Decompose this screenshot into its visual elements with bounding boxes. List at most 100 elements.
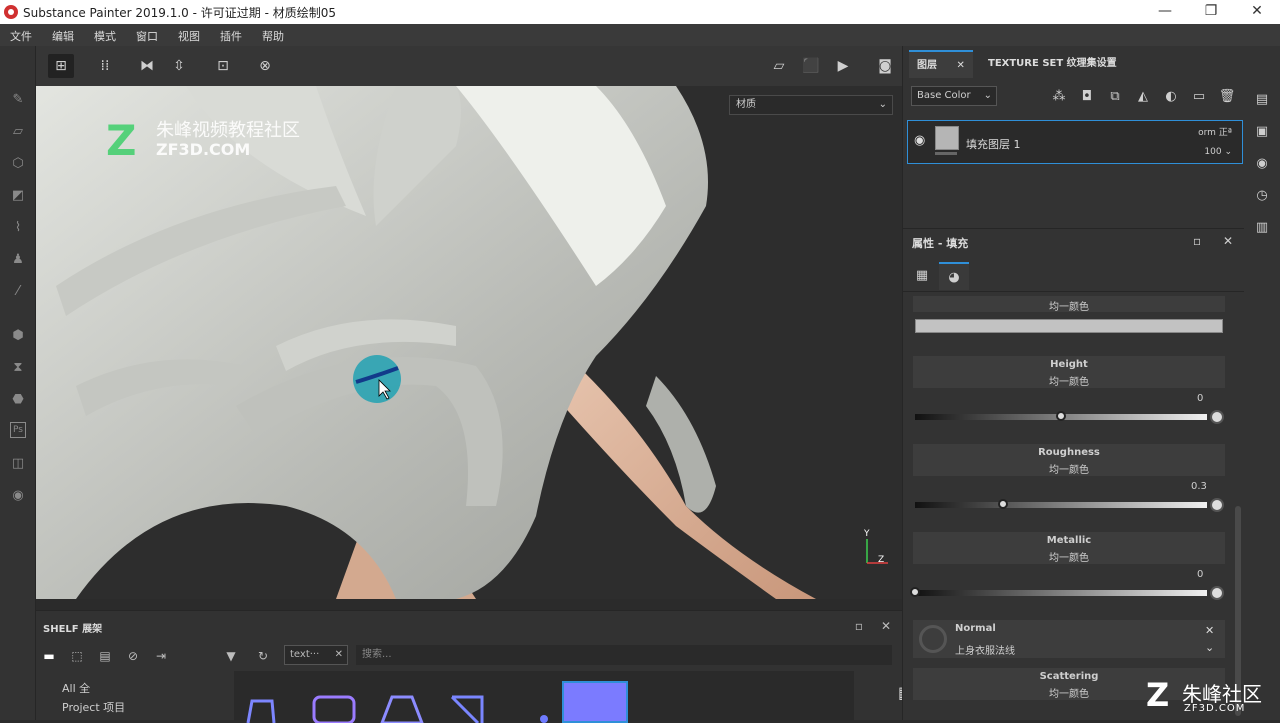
layer-name[interactable]: 填充图层 1 <box>966 136 1021 152</box>
metallic-value[interactable]: 0 <box>1197 569 1203 580</box>
smart-material-icon[interactable]: ⁂ <box>1049 87 1069 107</box>
add-layer-icon[interactable]: ⧉ <box>1105 87 1125 107</box>
text-thumbnail[interactable] <box>374 683 430 723</box>
close-panel-icon[interactable]: ✕ <box>877 617 895 635</box>
visibility-eye-icon[interactable]: ◉ <box>914 133 925 148</box>
close-icon[interactable]: ✕ <box>1205 624 1214 637</box>
roughness-value[interactable]: 0.3 <box>1191 481 1207 492</box>
reset-camera-icon[interactable]: ⊗ <box>252 54 278 78</box>
menu-mode[interactable]: 模式 <box>94 28 116 44</box>
projection-icon[interactable]: ⬡ <box>8 154 28 174</box>
materials-icon[interactable]: ⬢ <box>8 326 28 346</box>
2d-view-icon[interactable]: ▱ <box>766 54 792 78</box>
menu-file[interactable]: 文件 <box>10 28 32 44</box>
tab-layers[interactable]: 图层 ✕ <box>909 50 973 78</box>
layer-blend-mode[interactable]: orm 正ª <box>1198 125 1232 138</box>
display-settings-icon[interactable]: ◉ <box>1253 155 1271 173</box>
clone-stamp-icon[interactable]: ♟ <box>8 250 28 270</box>
viewport-mode-select[interactable]: 材质 ⌄ <box>729 95 893 115</box>
slider-knob[interactable] <box>1056 411 1066 421</box>
color-picker-icon[interactable] <box>1210 410 1224 424</box>
roughness-mode[interactable]: 均一颜色 <box>913 461 1225 476</box>
add-fill-layer-icon[interactable]: ◭ <box>1133 87 1153 107</box>
category-project[interactable]: Project 项目 <box>62 699 125 715</box>
close-panel-icon[interactable]: ✕ <box>1223 234 1233 248</box>
library-icon[interactable]: ▤ <box>96 647 114 665</box>
layers-panel-icon[interactable]: ▤ <box>1253 91 1271 109</box>
shelf-search-input[interactable]: 搜索... <box>356 645 892 665</box>
substance-share-icon[interactable]: ◉ <box>8 486 28 506</box>
close-icon[interactable]: ✕ <box>335 646 343 664</box>
float-panel-icon[interactable]: ▫ <box>850 617 868 635</box>
view-grid-icon[interactable]: ⊞ <box>48 54 74 78</box>
roughness-slider[interactable] <box>915 499 1207 509</box>
color-picker-icon[interactable] <box>1210 586 1224 600</box>
export-icon[interactable]: ◫ <box>8 454 28 474</box>
symmetry-y-icon[interactable]: ⇳ <box>166 54 192 78</box>
close-window-button[interactable]: ✕ <box>1234 0 1280 24</box>
symmetry-x-icon[interactable]: ⧓ <box>134 54 160 78</box>
delete-layer-icon[interactable]: 🗑 <box>1217 87 1237 107</box>
text-thumbnail[interactable] <box>442 683 498 723</box>
import-icon[interactable]: ⇥ <box>152 647 170 665</box>
tab-material[interactable]: ◕ <box>939 262 969 290</box>
frame-icon[interactable]: ⊡ <box>210 54 236 78</box>
layer-row[interactable]: ◉ 填充图层 1 orm 正ª 100 ⌄ <box>907 120 1243 164</box>
hide-icon[interactable]: ⊘ <box>124 647 142 665</box>
baking-icon[interactable]: ⬣ <box>8 390 28 410</box>
color-picker-icon[interactable] <box>1210 498 1224 512</box>
height-slider[interactable] <box>915 411 1207 421</box>
grid-dots-icon[interactable]: ⁞⁞ <box>92 54 118 78</box>
metallic-mode[interactable]: 均一颜色 <box>913 549 1225 564</box>
close-icon[interactable]: ✕ <box>956 60 964 71</box>
3d-view-icon[interactable]: ⬛ <box>798 54 824 78</box>
refresh-icon[interactable]: ↻ <box>254 647 272 665</box>
channel-select[interactable]: Base Color ⌄ <box>911 86 997 106</box>
normal-map-name[interactable]: 上身衣服法线 <box>955 642 1015 657</box>
normal-map-thumbnail[interactable] <box>919 625 947 653</box>
slider-knob[interactable] <box>910 587 920 597</box>
float-panel-icon[interactable]: ▫ <box>1193 234 1201 248</box>
polygon-fill-icon[interactable]: ◩ <box>8 186 28 206</box>
filter-icon[interactable]: ▼ <box>222 647 240 665</box>
smudge-icon[interactable]: ⌇ <box>8 218 28 238</box>
history-icon[interactable]: ◷ <box>1253 187 1271 205</box>
folder-icon[interactable]: ▬ <box>40 647 58 665</box>
eraser-icon[interactable]: ▱ <box>8 122 28 142</box>
menu-edit[interactable]: 编辑 <box>52 28 74 44</box>
add-folder-icon[interactable]: ▭ <box>1189 87 1209 107</box>
add-mask-icon[interactable]: ◘ <box>1077 87 1097 107</box>
screenshot-icon[interactable]: ◙ <box>872 54 898 78</box>
base-color-swatch[interactable] <box>915 319 1223 333</box>
log-icon[interactable]: ▥ <box>1253 219 1271 237</box>
menu-view[interactable]: 视图 <box>178 28 200 44</box>
text-thumbnail[interactable] <box>238 683 294 723</box>
menu-plugins[interactable]: 插件 <box>220 28 242 44</box>
minimize-button[interactable]: — <box>1142 0 1188 24</box>
base-color-mode[interactable]: 均一颜色 <box>913 298 1225 313</box>
hourglass-icon[interactable]: ⧗ <box>8 358 28 378</box>
category-all[interactable]: All 全 <box>62 680 90 696</box>
paint-brush-icon[interactable]: ✎ <box>8 90 28 110</box>
chevron-down-icon[interactable]: ⌄ <box>1205 641 1214 654</box>
photoshop-export-icon[interactable]: Ps <box>10 422 26 438</box>
menu-help[interactable]: 帮助 <box>262 28 284 44</box>
menu-window[interactable]: 窗口 <box>136 28 158 44</box>
selected-thumbnail[interactable] <box>562 681 628 723</box>
camera-icon[interactable]: ▶ <box>830 54 856 78</box>
add-effect-icon[interactable]: ◐ <box>1161 87 1181 107</box>
layer-opacity[interactable]: 100 ⌄ <box>1204 147 1232 157</box>
maximize-button[interactable]: ❐ <box>1188 0 1234 24</box>
filter-tag[interactable]: text··· ✕ <box>284 645 348 665</box>
slider-knob[interactable] <box>997 499 1008 509</box>
height-mode[interactable]: 均一颜色 <box>913 373 1225 388</box>
metallic-slider[interactable] <box>910 587 1207 597</box>
3d-viewport[interactable]: Z 朱峰视频教程社区 ZF3D.COM 材质 ⌄ Y Z <box>36 86 902 599</box>
text-thumbnail[interactable] <box>306 683 362 723</box>
tab-fill-settings[interactable]: ▦ <box>907 262 937 290</box>
texture-set-icon[interactable]: ▣ <box>1253 123 1271 141</box>
tab-texture-set[interactable]: TEXTURE SET 纹理集设置 <box>980 50 1125 78</box>
color-picker-icon[interactable]: ⁄ <box>8 282 28 302</box>
new-folder-icon[interactable]: ⬚ <box>68 647 86 665</box>
height-value[interactable]: 0 <box>1197 393 1203 404</box>
